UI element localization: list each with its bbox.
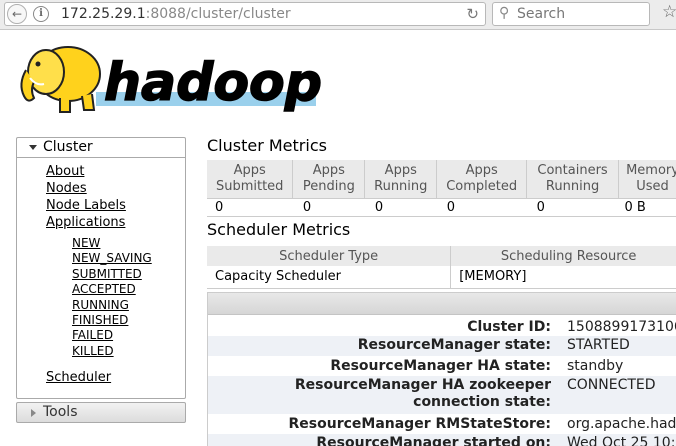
sidebar-tools-header[interactable]: Tools bbox=[16, 402, 186, 423]
metrics-header[interactable]: Apps Pending bbox=[292, 160, 366, 199]
scheduler-header[interactable]: Scheduling Resource bbox=[450, 246, 676, 266]
collapse-triangle-icon bbox=[31, 409, 36, 417]
metrics-header[interactable]: Memory Used bbox=[618, 160, 676, 199]
info-value: CONNECTED bbox=[567, 377, 656, 393]
info-value: Wed Oct 25 10: bbox=[567, 435, 676, 446]
nav-link-app-finished[interactable]: FINISHED bbox=[72, 313, 128, 327]
elephant-logo-icon bbox=[20, 46, 101, 113]
cluster-info-header-bar bbox=[208, 293, 676, 315]
sidebar-nav: Cluster About Nodes Node Labels Applicat… bbox=[16, 137, 186, 399]
search-icon: ⚲ bbox=[499, 5, 510, 21]
info-row: Cluster ID: 1508899173106 bbox=[208, 315, 676, 336]
reload-icon[interactable]: ↻ bbox=[466, 5, 479, 23]
site-info-icon[interactable]: i bbox=[33, 6, 49, 22]
url-text[interactable]: 172.25.29.1:8088/cluster/cluster bbox=[61, 6, 291, 22]
bookmark-star-icon[interactable]: ☆ bbox=[662, 2, 676, 22]
metrics-header[interactable]: Apps Running bbox=[364, 160, 438, 199]
nav-link-app-running[interactable]: RUNNING bbox=[72, 298, 129, 312]
search-input[interactable] bbox=[517, 5, 645, 23]
sidebar-tools-label: Tools bbox=[43, 404, 78, 420]
info-value: org.apache.hadoop bbox=[567, 416, 676, 432]
info-row: ResourceManager RMStateStore: org.apache… bbox=[208, 414, 676, 434]
info-row: ResourceManager HA zookeeper connection … bbox=[208, 376, 676, 414]
back-arrow-icon[interactable]: ← bbox=[7, 4, 27, 24]
url-host: 172.25.29.1 bbox=[61, 6, 146, 22]
browser-toolbar: ← i 172.25.29.1:8088/cluster/cluster ↻ ⚲… bbox=[0, 0, 676, 30]
metrics-header[interactable]: Apps Submitted bbox=[207, 160, 294, 199]
scheduler-cell: [MEMORY] bbox=[450, 266, 676, 289]
expand-triangle-icon bbox=[29, 145, 37, 150]
info-value: 1508899173106 bbox=[567, 319, 676, 335]
info-row: ResourceManager HA state: standby bbox=[208, 356, 676, 376]
nav-link-scheduler[interactable]: Scheduler bbox=[46, 370, 111, 385]
metrics-cell: 0 bbox=[207, 198, 293, 217]
metrics-cell: 0 bbox=[364, 198, 437, 217]
nav-link-app-killed[interactable]: KILLED bbox=[72, 344, 114, 358]
hadoop-logo[interactable]: hadoop bbox=[16, 38, 323, 120]
metrics-cell: 0 B bbox=[618, 198, 676, 217]
nav-link-app-submitted[interactable]: SUBMITTED bbox=[72, 267, 142, 281]
nav-link-nodes[interactable]: Nodes bbox=[46, 181, 87, 196]
scheduler-header[interactable]: Scheduler Type bbox=[207, 246, 452, 266]
table-row: Capacity Scheduler [MEMORY] bbox=[207, 266, 676, 289]
table-row: 0 0 0 0 0 0 B bbox=[207, 198, 676, 217]
nav-link-app-failed[interactable]: FAILED bbox=[72, 328, 113, 342]
nav-link-node-labels[interactable]: Node Labels bbox=[46, 198, 126, 213]
nav-link-app-new-saving[interactable]: NEW_SAVING bbox=[72, 251, 152, 265]
scheduler-cell: Capacity Scheduler bbox=[207, 266, 452, 289]
scheduler-metrics-title: Scheduler Metrics bbox=[207, 220, 351, 239]
cluster-metrics-table: Apps Submitted Apps Pending Apps Running… bbox=[207, 160, 676, 217]
search-box[interactable]: ⚲ bbox=[492, 2, 650, 26]
metrics-cell: 0 bbox=[526, 198, 619, 217]
nav-link-app-new[interactable]: NEW bbox=[72, 236, 100, 250]
cluster-info-panel: Cluster ID: 1508899173106 ResourceManage… bbox=[207, 292, 676, 446]
metrics-cell: 0 bbox=[436, 198, 527, 217]
url-path: :8088/cluster/cluster bbox=[145, 6, 291, 22]
sidebar-cluster-label: Cluster bbox=[43, 139, 93, 155]
info-key: ResourceManager started on: bbox=[316, 435, 551, 446]
info-key: ResourceManager RMStateStore: bbox=[288, 416, 552, 432]
scheduler-metrics-table: Scheduler Type Scheduling Resource Capac… bbox=[207, 246, 676, 289]
logo-wordmark: hadoop bbox=[104, 53, 322, 113]
info-row: ResourceManager state: STARTED bbox=[208, 336, 676, 356]
info-key: ResourceManager HA zookeeper connection … bbox=[294, 377, 551, 410]
info-value: STARTED bbox=[567, 337, 630, 353]
nav-link-app-accepted[interactable]: ACCEPTED bbox=[72, 282, 136, 296]
info-key: ResourceManager HA state: bbox=[330, 358, 551, 374]
sidebar-cluster-header[interactable]: Cluster bbox=[17, 138, 185, 158]
metrics-cell: 0 bbox=[292, 198, 365, 217]
address-bar[interactable]: ← i 172.25.29.1:8088/cluster/cluster ↻ bbox=[4, 2, 486, 26]
info-value: standby bbox=[567, 358, 624, 374]
nav-link-applications[interactable]: Applications bbox=[46, 215, 125, 230]
metrics-header[interactable]: Containers Running bbox=[526, 160, 620, 199]
info-key: ResourceManager state: bbox=[357, 337, 551, 353]
cluster-metrics-title: Cluster Metrics bbox=[207, 136, 327, 155]
hadoop-wordmark-art: hadoop bbox=[96, 52, 323, 114]
info-key: Cluster ID: bbox=[467, 319, 551, 335]
nav-link-about[interactable]: About bbox=[46, 164, 84, 179]
metrics-header[interactable]: Apps Completed bbox=[436, 160, 528, 199]
info-row: ResourceManager started on: Wed Oct 25 1… bbox=[208, 434, 676, 446]
